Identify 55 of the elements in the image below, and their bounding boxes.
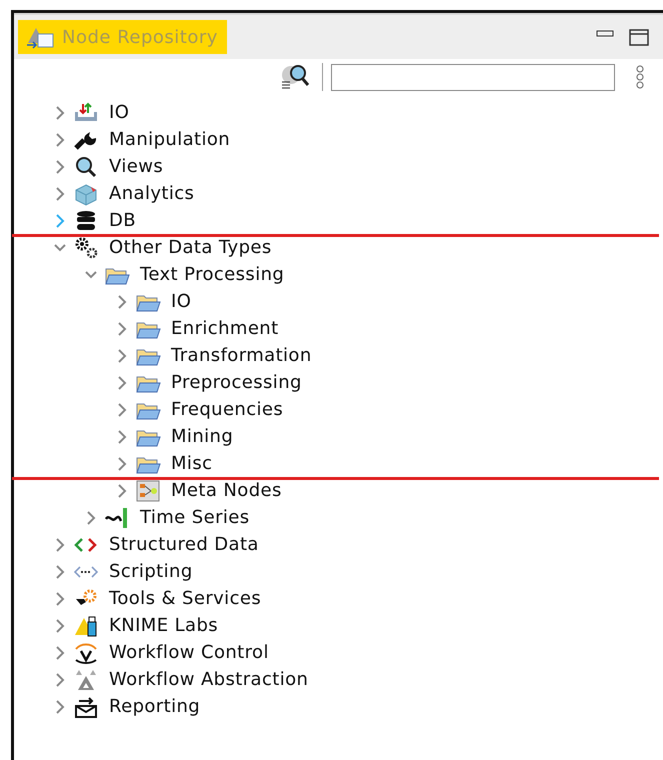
chevron-right-icon[interactable] — [116, 456, 128, 470]
chevron-right-icon[interactable] — [116, 322, 128, 336]
tree-item-label[interactable]: Meta Nodes — [171, 480, 282, 501]
chevron-right-icon[interactable] — [54, 186, 66, 200]
search-icon — [73, 154, 99, 178]
tree-item-label[interactable]: KNIME Labs — [109, 615, 218, 636]
tree-item-label[interactable]: Frequencies — [171, 399, 284, 420]
tree-item-label[interactable]: Analytics — [109, 183, 194, 204]
chevron-right-icon[interactable] — [116, 376, 128, 390]
tree-item-label[interactable]: Workflow Control — [109, 642, 269, 663]
chevron-right-icon[interactable] — [116, 294, 128, 308]
chevron-right-icon[interactable] — [54, 700, 66, 714]
tree-item-label[interactable]: Transformation — [171, 345, 312, 366]
tree-item-label[interactable]: IO — [109, 102, 130, 123]
tree-item-label[interactable]: Scripting — [109, 561, 193, 582]
chevron-right-icon[interactable] — [54, 646, 66, 660]
chevron-right-icon[interactable] — [116, 484, 128, 498]
envelope-icon — [73, 694, 99, 718]
node-graph-icon — [135, 478, 161, 502]
chevron-right-icon[interactable] — [54, 564, 66, 578]
chevron-right-icon[interactable] — [116, 430, 128, 444]
tree-item-label[interactable]: Time Series — [140, 507, 250, 528]
chevron-right-icon[interactable] — [54, 538, 66, 552]
chevron-right-icon[interactable] — [85, 510, 97, 524]
flask-triangle-icon — [73, 614, 99, 638]
tree-item-label[interactable]: Views — [109, 156, 164, 177]
chevron-right-icon[interactable] — [116, 402, 128, 416]
chevron-right-icon[interactable] — [54, 214, 66, 228]
wave-icon — [104, 506, 130, 530]
triangles-icon — [73, 668, 99, 692]
search-field[interactable] — [331, 64, 615, 90]
cube-icon — [73, 182, 99, 206]
chevron-right-icon[interactable] — [116, 348, 128, 362]
tree-item-label[interactable]: Reporting — [109, 696, 200, 717]
maximize-button[interactable] — [629, 27, 649, 47]
chevron-right-icon[interactable] — [54, 160, 66, 174]
tree-item-label[interactable]: Mining — [171, 426, 234, 447]
chevron-right-icon[interactable] — [54, 132, 66, 146]
tree-item-label[interactable]: Preprocessing — [171, 372, 302, 393]
tree-item-label[interactable]: Workflow Abstraction — [109, 669, 308, 690]
tree-item-label[interactable]: Tools & Services — [109, 588, 262, 609]
gears-icon — [73, 236, 99, 260]
tree-item-label[interactable]: DB — [109, 210, 136, 231]
chevron-right-icon[interactable] — [54, 592, 66, 606]
tree-item-label[interactable]: Manipulation — [109, 129, 230, 150]
tree-item-label[interactable]: Other Data Types — [109, 237, 272, 258]
chevron-right-icon[interactable] — [54, 672, 66, 686]
tree-item-label[interactable]: Structured Data — [109, 534, 259, 555]
chevron-right-icon[interactable] — [54, 618, 66, 632]
chevron-right-icon[interactable] — [54, 106, 66, 120]
tree-item-label[interactable]: Text Processing — [140, 264, 284, 285]
tree-item-label[interactable]: Misc — [171, 453, 212, 474]
tree-item-label[interactable]: IO — [171, 291, 192, 312]
tree-item-label[interactable]: Enrichment — [171, 318, 279, 339]
more-options-icon[interactable] — [635, 65, 645, 89]
